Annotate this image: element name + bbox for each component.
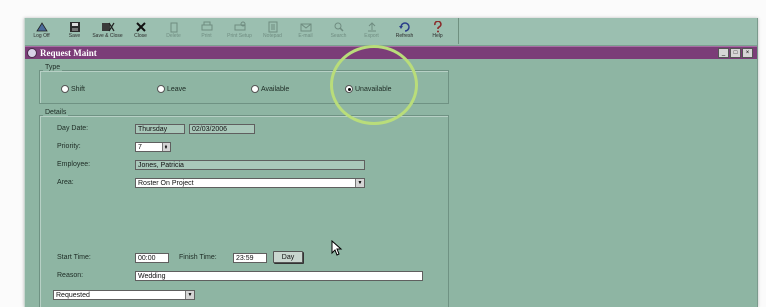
search-button[interactable]: Search xyxy=(322,18,355,44)
type-group-title: Type xyxy=(43,64,63,71)
print-setup-label: Print Setup xyxy=(227,33,252,39)
help-button[interactable]: Help xyxy=(421,18,454,44)
radio-available-label: Available xyxy=(261,85,290,93)
help-icon xyxy=(430,20,446,33)
start-time-field[interactable]: 00:00 xyxy=(135,253,169,263)
print-setup-icon xyxy=(232,20,248,33)
notepad-icon xyxy=(265,20,281,33)
print-label: Print xyxy=(201,33,212,39)
maximize-button[interactable]: □ xyxy=(730,48,741,58)
highlight-circle xyxy=(330,45,418,125)
radio-leave[interactable]: Leave xyxy=(157,85,186,93)
refresh-icon xyxy=(397,20,413,33)
close-button[interactable]: Close xyxy=(124,18,157,44)
radio-shift-label: Shift xyxy=(71,85,86,93)
notepad-button[interactable]: Notepad xyxy=(256,18,289,44)
day-field: Thursday xyxy=(135,124,185,134)
chevron-down-icon[interactable]: ▼ xyxy=(355,179,364,187)
search-icon xyxy=(331,20,347,33)
save-close-button[interactable]: Save & Close xyxy=(91,18,124,44)
status-value: Requested xyxy=(56,292,90,299)
finish-time-label: Finish Time: xyxy=(179,254,217,261)
area-value: Roster On Project xyxy=(138,180,194,187)
export-button[interactable]: Export xyxy=(355,18,388,44)
priority-label: Priority: xyxy=(57,143,81,150)
reason-field[interactable]: Wedding xyxy=(135,271,423,281)
delete-icon xyxy=(166,20,182,33)
spinner-arrows-icon[interactable] xyxy=(162,143,170,151)
radio-shift-dot[interactable] xyxy=(61,85,69,93)
toolbar-empty-area xyxy=(458,18,757,44)
close-window-button[interactable]: × xyxy=(742,48,753,58)
save-button[interactable]: Save xyxy=(58,18,91,44)
log-off-icon xyxy=(34,20,50,33)
window-icon xyxy=(27,48,37,58)
refresh-label: Refresh xyxy=(395,33,414,39)
chevron-down-icon[interactable]: ▼ xyxy=(185,291,194,299)
radio-leave-dot[interactable] xyxy=(157,85,165,93)
refresh-button[interactable]: Refresh xyxy=(388,18,421,44)
status-select[interactable]: Requested ▼ xyxy=(53,290,195,300)
day-button[interactable]: Day xyxy=(273,251,303,263)
mouse-cursor-icon xyxy=(331,240,343,256)
minimize-button[interactable]: _ xyxy=(718,48,729,58)
details-group-title: Details xyxy=(43,109,69,116)
log-off-label: Log Off xyxy=(33,33,50,39)
employee-field: Jones, Patricia xyxy=(135,160,365,170)
export-icon xyxy=(364,20,380,33)
delete-button[interactable]: Delete xyxy=(157,18,190,44)
notepad-label: Notepad xyxy=(263,33,282,39)
close-icon xyxy=(133,20,149,33)
area-label: Area: xyxy=(57,179,74,186)
save-close-label: Save & Close xyxy=(92,33,123,39)
close-label: Close xyxy=(134,33,147,39)
help-label: Help xyxy=(432,33,443,39)
save-label: Save xyxy=(68,33,81,39)
radio-leave-label: Leave xyxy=(167,85,187,93)
radio-available-dot[interactable] xyxy=(251,85,259,93)
toolbar: Log Off Save Save & Close Close Delete P… xyxy=(25,18,757,46)
screenshot-canvas: Log Off Save Save & Close Close Delete P… xyxy=(0,0,766,307)
email-label: E-mail xyxy=(298,33,313,39)
date-field[interactable]: 02/03/2006 xyxy=(189,124,255,134)
delete-label: Delete xyxy=(166,33,181,39)
search-label: Search xyxy=(330,33,347,39)
save-close-icon xyxy=(100,20,116,33)
employee-label: Employee: xyxy=(57,161,91,168)
print-button[interactable]: Print xyxy=(190,18,223,44)
window-controls: _ □ × xyxy=(718,48,753,58)
print-setup-button[interactable]: Print Setup xyxy=(223,18,256,44)
save-icon xyxy=(67,20,83,33)
email-button[interactable]: E-mail xyxy=(289,18,322,44)
window-title: Request Maint xyxy=(40,48,97,58)
finish-time-field[interactable]: 23:59 xyxy=(233,253,267,263)
export-label: Export xyxy=(364,33,379,39)
radio-shift[interactable]: Shift xyxy=(61,85,85,93)
day-date-label: Day Date: xyxy=(57,125,89,132)
radio-available[interactable]: Available xyxy=(251,85,289,93)
start-time-label: Start Time: xyxy=(57,254,91,261)
email-icon xyxy=(298,20,314,33)
priority-value: 7 xyxy=(138,144,142,151)
area-select[interactable]: Roster On Project ▼ xyxy=(135,178,365,188)
print-icon xyxy=(199,20,215,33)
priority-stepper[interactable]: 7 xyxy=(135,142,171,152)
reason-label: Reason: xyxy=(57,272,84,279)
log-off-button[interactable]: Log Off xyxy=(25,18,58,44)
